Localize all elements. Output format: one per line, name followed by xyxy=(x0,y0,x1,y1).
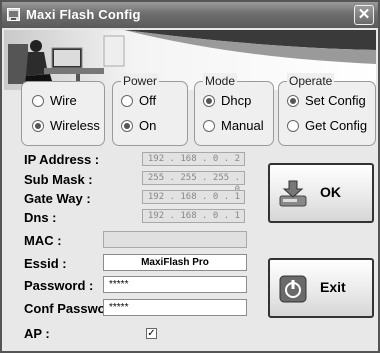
radio-set-config[interactable]: Set Config xyxy=(287,93,366,109)
ap-checkbox[interactable]: ✓ xyxy=(146,328,157,339)
radio-dhcp[interactable]: Dhcp xyxy=(203,93,251,109)
mac-input[interactable] xyxy=(103,231,247,248)
mode-group-label: Mode xyxy=(203,73,238,89)
dhcp-label: Dhcp xyxy=(221,93,252,108)
operate-group-label: Operate xyxy=(287,73,335,89)
set-config-radio-icon[interactable] xyxy=(287,95,299,107)
essid-input[interactable]: MaxiFlash Pro xyxy=(103,254,247,271)
gate-way-input[interactable]: 192 . 168 . 0 . 1 xyxy=(142,190,245,204)
power-group: Power Off On xyxy=(112,73,188,146)
essid-label: Essid : xyxy=(24,256,67,271)
ok-label: OK xyxy=(320,184,341,200)
wire-radio-icon[interactable] xyxy=(32,95,44,107)
get-config-radio-icon[interactable] xyxy=(287,120,299,132)
radio-manual[interactable]: Manual xyxy=(203,118,264,134)
sub-mask-input[interactable]: 255 . 255 . 255 . 0 xyxy=(142,171,245,195)
ip-address-input[interactable]: 192 . 168 . 0 . 2 xyxy=(142,152,245,166)
ok-button[interactable]: OK xyxy=(268,163,374,223)
exit-button[interactable]: Exit xyxy=(268,258,374,318)
sub-mask-label: Sub Mask : xyxy=(24,172,93,187)
manual-label: Manual xyxy=(221,118,264,133)
window-title: Maxi Flash Config xyxy=(26,7,141,22)
radio-power-off[interactable]: Off xyxy=(121,93,156,109)
config-window: Maxi Flash Config ✕ Wire Wireless Power … xyxy=(0,0,380,353)
title-bar[interactable]: Maxi Flash Config ✕ xyxy=(2,2,378,28)
power-group-label: Power xyxy=(121,73,160,89)
checkmark-icon: ✓ xyxy=(147,328,156,339)
download-icon xyxy=(279,180,307,207)
get-config-label: Get Config xyxy=(305,118,368,133)
radio-wireless[interactable]: Wireless xyxy=(32,118,100,134)
password-label: Password : xyxy=(24,278,94,293)
mac-label: MAC : xyxy=(24,233,62,248)
exit-label: Exit xyxy=(320,279,346,295)
wireless-label: Wireless xyxy=(50,118,100,133)
dns-label: Dns : xyxy=(24,210,57,225)
manual-radio-icon[interactable] xyxy=(203,120,215,132)
close-button[interactable]: ✕ xyxy=(354,5,374,25)
app-icon xyxy=(7,8,20,21)
mode-group: Mode Dhcp Manual xyxy=(194,73,274,146)
power-icon xyxy=(279,275,307,303)
on-label: On xyxy=(139,118,157,133)
radio-power-on[interactable]: On xyxy=(121,118,156,134)
ip-address-label: IP Address : xyxy=(24,152,100,167)
conf-password-input[interactable]: ***** xyxy=(103,299,247,316)
close-icon: ✕ xyxy=(357,6,371,23)
gate-way-label: Gate Way : xyxy=(24,191,91,206)
dns-input[interactable]: 192 . 168 . 0 . 1 xyxy=(142,209,245,223)
dhcp-radio-icon[interactable] xyxy=(203,95,215,107)
off-radio-icon[interactable] xyxy=(121,95,133,107)
off-label: Off xyxy=(139,93,157,108)
password-input[interactable]: ***** xyxy=(103,276,247,293)
radio-wire[interactable]: Wire xyxy=(32,93,77,109)
wire-label: Wire xyxy=(50,93,77,108)
radio-get-config[interactable]: Get Config xyxy=(287,118,367,134)
on-radio-icon[interactable] xyxy=(121,120,133,132)
ap-label: AP : xyxy=(24,326,50,341)
wireless-radio-icon[interactable] xyxy=(32,120,44,132)
connection-group: Wire Wireless xyxy=(21,81,105,146)
set-config-label: Set Config xyxy=(305,93,366,108)
operate-group: Operate Set Config Get Config xyxy=(278,73,376,146)
